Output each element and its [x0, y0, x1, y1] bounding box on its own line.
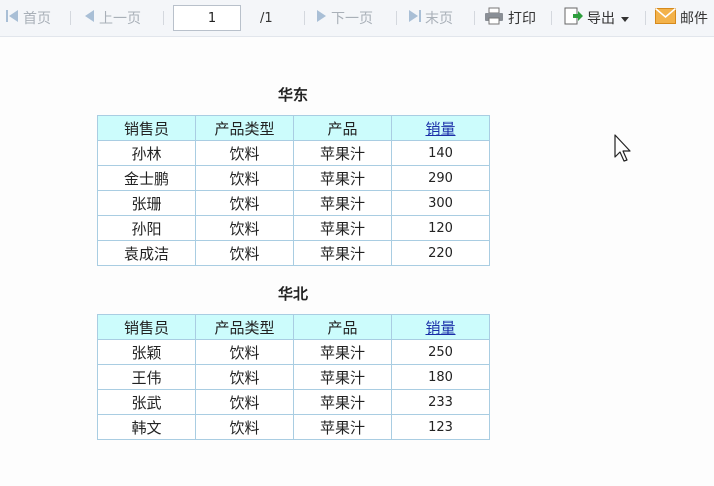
page-number-input[interactable] [173, 5, 241, 31]
export-button[interactable]: 导出 [563, 0, 629, 36]
report-toolbar: 首页 上一页 /1 下一页 末页 打印 导出 [0, 0, 714, 37]
cell-quantity: 180 [391, 364, 490, 390]
table-row: 袁成洁 饮料 苹果汁 220 [97, 240, 490, 266]
cell-product: 苹果汁 [293, 414, 392, 440]
toolbar-divider [551, 11, 552, 25]
cell-quantity: 250 [391, 339, 490, 365]
column-header-product-type: 产品类型 [195, 314, 294, 340]
next-page-icon [316, 9, 327, 27]
table-row: 韩文 饮料 苹果汁 123 [97, 414, 490, 440]
column-header-salesperson: 销售员 [97, 115, 196, 141]
cell-product: 苹果汁 [293, 215, 392, 241]
last-page-button[interactable]: 末页 [408, 0, 453, 36]
cell-quantity: 220 [391, 240, 490, 266]
cell-product-type: 饮料 [195, 414, 294, 440]
cell-product-type: 饮料 [195, 165, 294, 191]
toolbar-divider [70, 11, 71, 25]
next-page-button[interactable]: 下一页 [316, 0, 373, 36]
cell-product: 苹果汁 [293, 339, 392, 365]
sales-table-east: 销售员 产品类型 产品 销量 孙林 饮料 苹果汁 140 金士鹏 饮料 苹果汁 … [97, 115, 490, 266]
cell-product-type: 饮料 [195, 364, 294, 390]
cell-salesperson: 张颖 [97, 339, 196, 365]
cell-salesperson: 孙林 [97, 140, 196, 166]
cell-product: 苹果汁 [293, 364, 392, 390]
sales-sort-link[interactable]: 销量 [425, 319, 455, 337]
section-title-east: 华东 [277, 86, 308, 104]
mail-button[interactable]: 邮件 [655, 0, 708, 36]
table-row: 孙阳 饮料 苹果汁 120 [97, 215, 490, 241]
first-page-button[interactable]: 首页 [6, 0, 51, 36]
cell-product-type: 饮料 [195, 215, 294, 241]
column-header-product-type: 产品类型 [195, 115, 294, 141]
table-row: 孙林 饮料 苹果汁 140 [97, 140, 490, 166]
cell-product-type: 饮料 [195, 339, 294, 365]
column-header-sales-sort-link[interactable]: 销量 [391, 115, 490, 141]
column-header-sales-sort-link[interactable]: 销量 [391, 314, 490, 340]
cell-quantity: 290 [391, 165, 490, 191]
table-row: 王伟 饮料 苹果汁 180 [97, 364, 490, 390]
table-row: 金士鹏 饮料 苹果汁 290 [97, 165, 490, 191]
prev-page-icon [84, 9, 95, 27]
table-row: 张颖 饮料 苹果汁 250 [97, 339, 490, 365]
cell-salesperson: 袁成洁 [97, 240, 196, 266]
export-icon [563, 6, 583, 30]
mail-icon [655, 7, 676, 28]
column-header-salesperson: 销售员 [97, 314, 196, 340]
cell-salesperson: 孙阳 [97, 215, 196, 241]
cell-quantity: 233 [391, 389, 490, 415]
toolbar-divider [474, 11, 475, 25]
mail-label: 邮件 [680, 11, 708, 27]
cell-salesperson: 韩文 [97, 414, 196, 440]
prev-page-label: 上一页 [99, 11, 141, 27]
first-page-label: 首页 [23, 11, 51, 27]
table-row: 张武 饮料 苹果汁 233 [97, 389, 490, 415]
chevron-down-icon [621, 10, 629, 26]
printer-icon [484, 7, 504, 29]
column-header-product: 产品 [293, 115, 392, 141]
last-page-label: 末页 [425, 11, 453, 27]
first-page-icon [6, 9, 19, 27]
cell-salesperson: 张珊 [97, 190, 196, 216]
toolbar-divider [163, 11, 164, 25]
page-total: /1 [260, 10, 273, 26]
print-button[interactable]: 打印 [484, 0, 536, 36]
next-page-label: 下一页 [331, 11, 373, 27]
cell-product-type: 饮料 [195, 190, 294, 216]
prev-page-button[interactable]: 上一页 [84, 0, 141, 36]
mouse-cursor-icon [614, 134, 636, 168]
cell-quantity: 120 [391, 215, 490, 241]
cell-product: 苹果汁 [293, 140, 392, 166]
cell-product-type: 饮料 [195, 240, 294, 266]
cell-salesperson: 王伟 [97, 364, 196, 390]
column-header-product: 产品 [293, 314, 392, 340]
section-title-north: 华北 [277, 285, 308, 303]
cell-product-type: 饮料 [195, 140, 294, 166]
table-row: 张珊 饮料 苹果汁 300 [97, 190, 490, 216]
table-header-row: 销售员 产品类型 产品 销量 [97, 115, 490, 141]
sales-table-north: 销售员 产品类型 产品 销量 张颖 饮料 苹果汁 250 王伟 饮料 苹果汁 1… [97, 314, 490, 440]
cell-quantity: 123 [391, 414, 490, 440]
cell-salesperson: 张武 [97, 389, 196, 415]
cell-product-type: 饮料 [195, 389, 294, 415]
table-header-row: 销售员 产品类型 产品 销量 [97, 314, 490, 340]
toolbar-divider [304, 11, 305, 25]
cell-quantity: 140 [391, 140, 490, 166]
last-page-icon [408, 9, 421, 27]
toolbar-divider [396, 11, 397, 25]
sales-sort-link[interactable]: 销量 [425, 120, 455, 138]
cell-quantity: 300 [391, 190, 490, 216]
toolbar-divider [645, 11, 646, 25]
cell-product: 苹果汁 [293, 190, 392, 216]
cell-product: 苹果汁 [293, 240, 392, 266]
cell-product: 苹果汁 [293, 165, 392, 191]
cell-salesperson: 金士鹏 [97, 165, 196, 191]
export-label: 导出 [587, 11, 615, 27]
cell-product: 苹果汁 [293, 389, 392, 415]
print-label: 打印 [508, 11, 536, 27]
